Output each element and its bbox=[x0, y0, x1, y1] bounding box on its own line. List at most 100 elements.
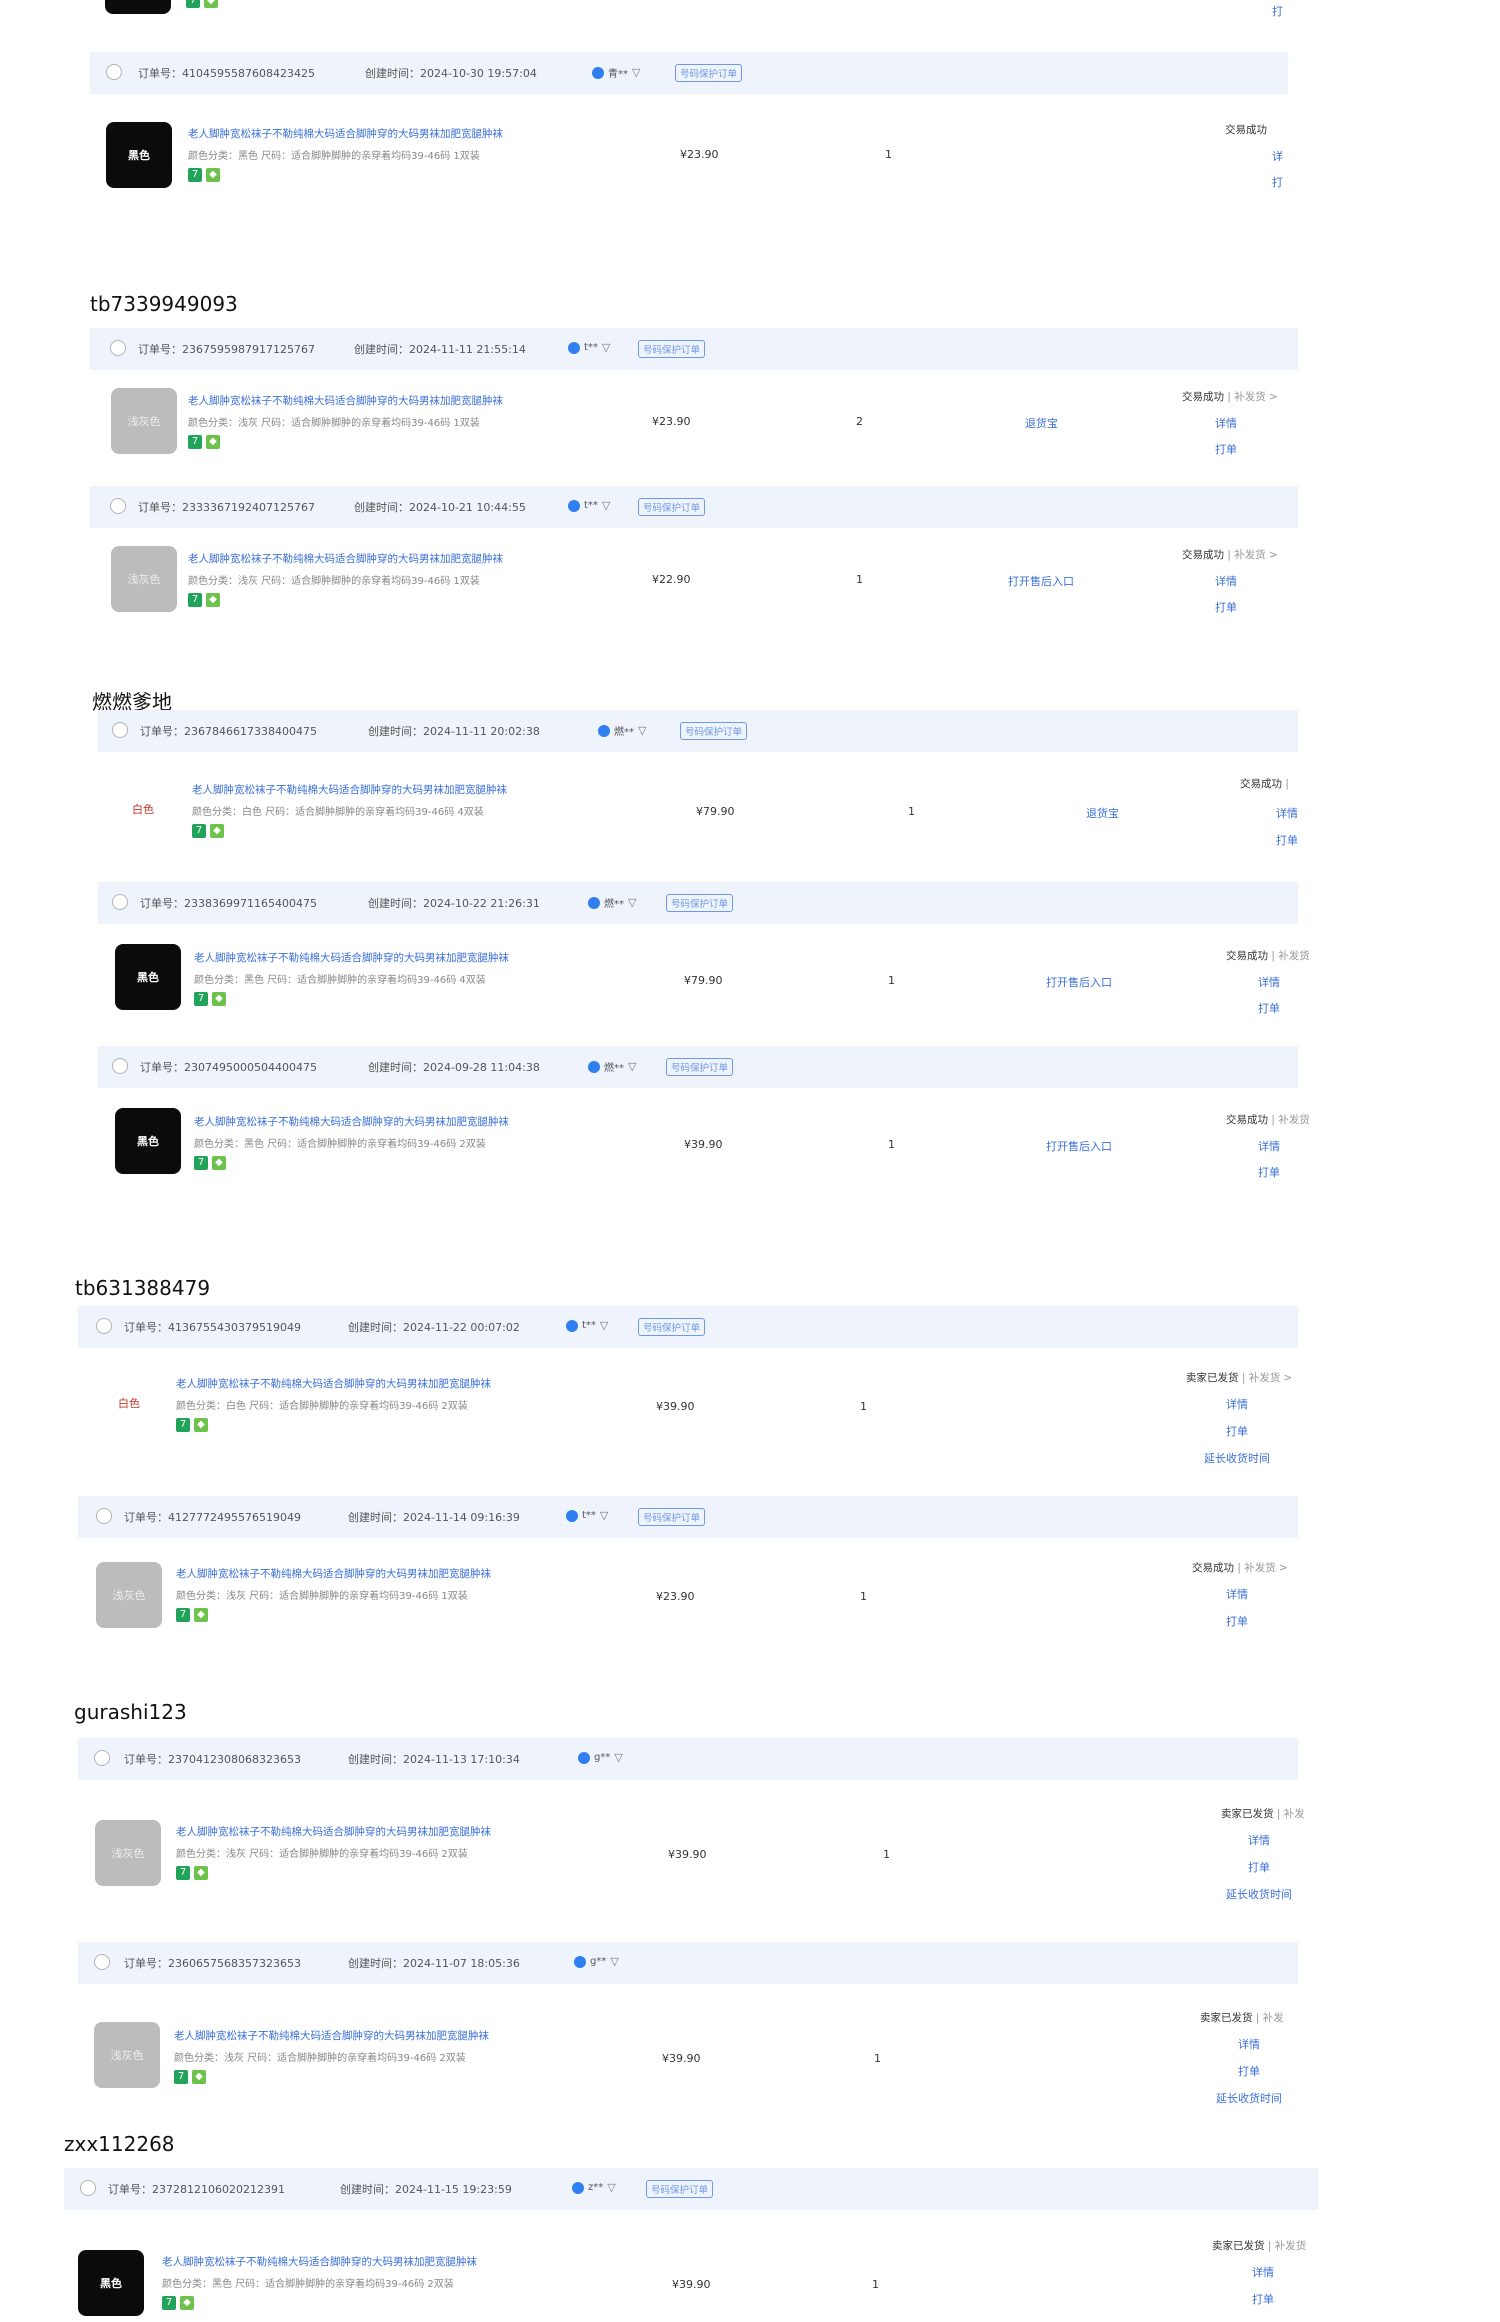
quantity: 1 bbox=[883, 1848, 890, 1861]
order-checkbox[interactable] bbox=[110, 340, 126, 356]
buyer[interactable]: 燃** ▽ bbox=[588, 1059, 636, 1074]
after-sale-link[interactable]: 打开售后入口 bbox=[1046, 974, 1112, 990]
print-link[interactable]: 打单 bbox=[1215, 599, 1237, 615]
order-checkbox[interactable] bbox=[112, 722, 128, 738]
badge-7day-icon: 7 bbox=[192, 824, 206, 838]
buyer[interactable]: t** ▽ bbox=[566, 1319, 608, 1332]
product-title-link[interactable]: 老人脚肿宽松袜子不勒纯棉大码适合脚肿穿的大码男袜加肥宽腿肿袜 bbox=[194, 950, 509, 965]
quantity: 1 bbox=[860, 1590, 867, 1603]
buyer[interactable]: 燃** ▽ bbox=[588, 895, 636, 910]
price: ¥23.90 bbox=[656, 1590, 695, 1603]
product-title-link[interactable]: 老人脚肿宽松袜子不勒纯棉大码适合脚肿穿的大码男袜加肥宽腿肿袜 bbox=[188, 393, 503, 408]
print-link[interactable]: 打 bbox=[1272, 174, 1283, 190]
return-insurance-link[interactable]: 退货宝 bbox=[1086, 805, 1119, 821]
product-badges: 7 ◆ bbox=[176, 1608, 208, 1622]
order-item-row: 黑色 老人脚肿宽松袜子不勒纯棉大码适合脚肿穿的大码男袜加肥宽腿肿袜 颜色分类：黑… bbox=[64, 2222, 1324, 2322]
detail-link[interactable]: 详情 bbox=[1258, 974, 1280, 990]
detail-link[interactable]: 详情 bbox=[1238, 2036, 1260, 2052]
buyer[interactable]: g** ▽ bbox=[578, 1751, 623, 1764]
product-title-link[interactable]: 老人脚肿宽松袜子不勒纯棉大码适合脚肿穿的大码男袜加肥宽腿肿袜 bbox=[174, 2028, 489, 2043]
extend-receipt-link[interactable]: 延长收货时间 bbox=[1226, 1886, 1292, 1902]
order-created-time: 创建时间：2024-10-30 19:57:04 bbox=[365, 67, 537, 80]
print-link[interactable]: 打单 bbox=[1258, 1000, 1280, 1016]
detail-link[interactable]: 详情 bbox=[1215, 573, 1237, 589]
protect-tag: 号码保护订单 bbox=[638, 1508, 706, 1526]
buyer[interactable]: g** ▽ bbox=[574, 1955, 619, 1968]
order-checkbox[interactable] bbox=[106, 64, 122, 80]
product-title-link[interactable]: 老人脚肿宽松袜子不勒纯棉大码适合脚肿穿的大码男袜加肥宽腿肿袜 bbox=[176, 1376, 491, 1391]
wangwang-icon bbox=[568, 341, 580, 354]
print-link[interactable]: 打单 bbox=[1258, 1164, 1280, 1180]
detail-link[interactable]: 详情 bbox=[1226, 1396, 1248, 1412]
print-link[interactable]: 打单 bbox=[1226, 1423, 1248, 1439]
flag-icon[interactable]: ▽ bbox=[600, 1319, 608, 1332]
flag-icon[interactable]: ▽ bbox=[610, 1955, 618, 1968]
detail-link[interactable]: 详情 bbox=[1248, 1832, 1270, 1848]
print-link[interactable]: 打单 bbox=[1276, 832, 1298, 848]
buyer[interactable]: 燃** ▽ bbox=[598, 723, 646, 738]
detail-link[interactable]: 详情 bbox=[1215, 415, 1237, 431]
product-spec: 颜色分类：黑色 尺码：适合脚肿脚肿的亲穿着均码39-46码 2双装 bbox=[162, 2279, 454, 2290]
flag-icon[interactable]: ▽ bbox=[602, 499, 610, 512]
detail-link[interactable]: 详情 bbox=[1258, 1138, 1280, 1154]
order-checkbox[interactable] bbox=[94, 1750, 110, 1766]
return-insurance-link[interactable]: 退货宝 bbox=[1025, 415, 1058, 431]
buyer[interactable]: z** ▽ bbox=[572, 2181, 616, 2194]
flag-icon[interactable]: ▽ bbox=[614, 1751, 622, 1764]
extend-receipt-link[interactable]: 延长收货时间 bbox=[1204, 1450, 1270, 1466]
order-checkbox[interactable] bbox=[96, 1508, 112, 1524]
extend-receipt-link[interactable]: 延长收货时间 bbox=[1216, 2090, 1282, 2106]
detail-link[interactable]: 详情 bbox=[1252, 2264, 1274, 2280]
price: ¥23.90 bbox=[652, 415, 691, 428]
flag-icon[interactable]: ▽ bbox=[602, 341, 610, 354]
print-link[interactable]: 打单 bbox=[1248, 1859, 1270, 1875]
order-number: 订单号：4136755430379519049 bbox=[124, 1321, 301, 1334]
order-checkbox[interactable] bbox=[94, 1954, 110, 1970]
badge-gift-icon: ◆ bbox=[180, 2296, 194, 2310]
flag-icon[interactable]: ▽ bbox=[607, 2181, 615, 2194]
print-link[interactable]: 打单 bbox=[1238, 2063, 1260, 2079]
order-item-row: 浅灰色 老人脚肿宽松袜子不勒纯棉大码适合脚肿穿的大码男袜加肥宽腿肿袜 颜色分类：… bbox=[78, 1790, 1305, 1920]
wangwang-icon bbox=[588, 1060, 600, 1073]
product-spec: 颜色分类：黑色 尺码：适合脚肿脚肿的亲穿着均码39-46码 4双装 bbox=[194, 975, 486, 986]
print-link[interactable]: 打单 bbox=[1226, 1613, 1248, 1629]
product-title-link[interactable]: 老人脚肿宽松袜子不勒纯棉大码适合脚肿穿的大码男袜加肥宽腿肿袜 bbox=[188, 126, 503, 141]
flag-icon[interactable]: ▽ bbox=[628, 896, 636, 909]
print-link[interactable]: 打单 bbox=[1252, 2291, 1274, 2307]
order-item-row: 黑色 老人脚肿宽松袜子不勒纯棉大码适合脚肿穿的大码男袜加肥宽腿肿袜 颜色分类：黑… bbox=[98, 1094, 1310, 1204]
buyer[interactable]: 青** ▽ bbox=[592, 65, 640, 80]
buyer[interactable]: t** ▽ bbox=[566, 1509, 608, 1522]
order-checkbox[interactable] bbox=[110, 498, 126, 514]
product-badges: 7 ◆ bbox=[188, 593, 220, 607]
product-title-link[interactable]: 老人脚肿宽松袜子不勒纯棉大码适合脚肿穿的大码男袜加肥宽腿肿袜 bbox=[194, 1114, 509, 1129]
order-checkbox[interactable] bbox=[96, 1318, 112, 1334]
buyer[interactable]: t** ▽ bbox=[568, 499, 610, 512]
flag-icon[interactable]: ▽ bbox=[600, 1509, 608, 1522]
product-title-link[interactable]: 老人脚肿宽松袜子不勒纯棉大码适合脚肿穿的大码男袜加肥宽腿肿袜 bbox=[176, 1824, 491, 1839]
detail-link[interactable]: 详情 bbox=[1226, 1586, 1248, 1602]
order-checkbox[interactable] bbox=[80, 2180, 96, 2196]
protect-tag: 号码保护订单 bbox=[680, 722, 748, 740]
after-sale-link[interactable]: 打开售后入口 bbox=[1008, 573, 1074, 589]
order-checkbox[interactable] bbox=[112, 894, 128, 910]
flag-icon[interactable]: ▽ bbox=[638, 724, 646, 737]
order-number: 订单号：2372812106020212391 bbox=[108, 2183, 285, 2196]
flag-icon[interactable]: ▽ bbox=[628, 1060, 636, 1073]
buyer-group-title: zxx112268 bbox=[64, 2132, 175, 2156]
badge-gift-icon: ◆ bbox=[212, 1156, 226, 1170]
price: ¥39.90 bbox=[656, 1400, 695, 1413]
protect-tag: 号码保护订单 bbox=[666, 894, 734, 912]
detail-link[interactable]: 详 bbox=[1272, 148, 1283, 164]
after-sale-link[interactable]: 打开售后入口 bbox=[1046, 1138, 1112, 1154]
print-link[interactable]: 打单 bbox=[1215, 441, 1237, 457]
product-title-link[interactable]: 老人脚肿宽松袜子不勒纯棉大码适合脚肿穿的大码男袜加肥宽腿肿袜 bbox=[162, 2254, 477, 2269]
flag-icon[interactable]: ▽ bbox=[632, 66, 640, 79]
product-title-link[interactable]: 老人脚肿宽松袜子不勒纯棉大码适合脚肿穿的大码男袜加肥宽腿肿袜 bbox=[176, 1566, 491, 1581]
product-title-link[interactable]: 老人脚肿宽松袜子不勒纯棉大码适合脚肿穿的大码男袜加肥宽腿肿袜 bbox=[188, 551, 503, 566]
product-badges: 7 ◆ bbox=[192, 824, 224, 838]
print-link[interactable]: 打 bbox=[1272, 3, 1283, 19]
buyer[interactable]: t** ▽ bbox=[568, 341, 610, 354]
detail-link[interactable]: 详情 bbox=[1276, 805, 1298, 821]
order-checkbox[interactable] bbox=[112, 1058, 128, 1074]
product-title-link[interactable]: 老人脚肿宽松袜子不勒纯棉大码适合脚肿穿的大码男袜加肥宽腿肿袜 bbox=[192, 782, 507, 797]
